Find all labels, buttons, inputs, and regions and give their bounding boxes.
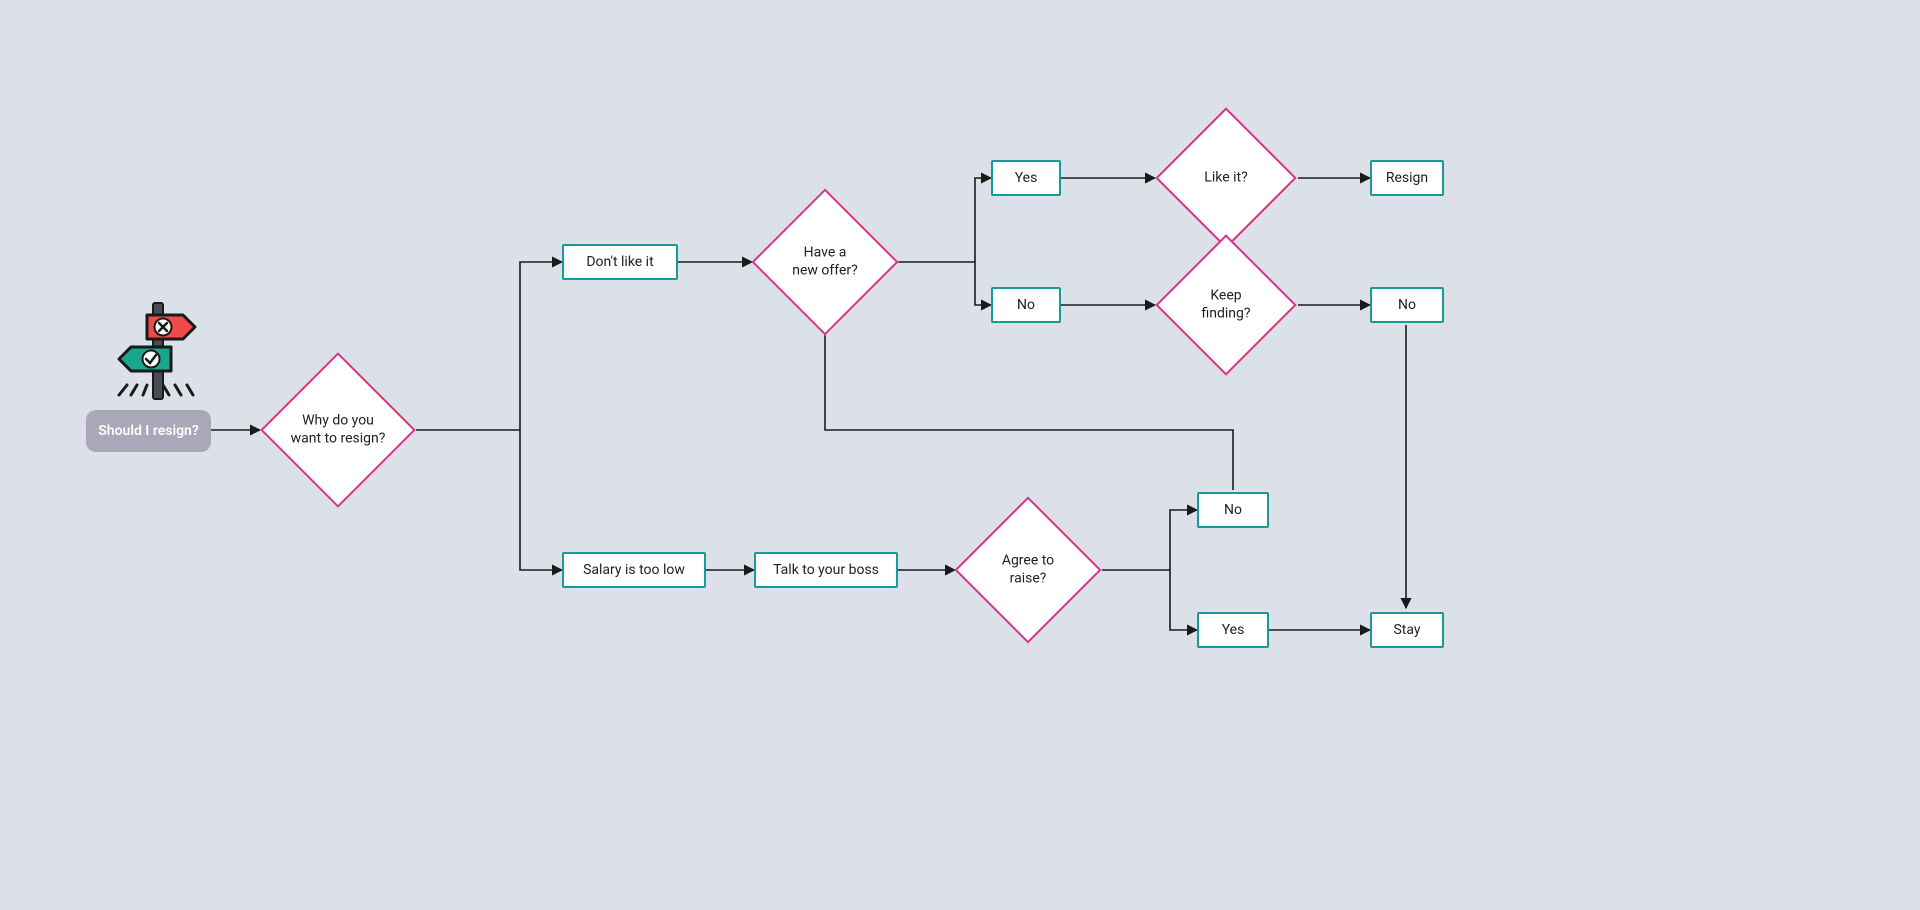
node-agreeraise-label: Agree to raise? [1002,553,1054,587]
node-no1-label: No [1017,297,1035,313]
node-keepfinding-label: Keep finding? [1202,288,1251,322]
flowchart-canvas[interactable]: Should I resign? Why do you want to resi… [0,0,1920,910]
node-no3[interactable]: No [1197,492,1269,528]
edge-agreeraise-no3 [1170,510,1197,570]
node-start-label: Should I resign? [98,423,199,439]
edge-agreeraise-yes2 [1170,570,1197,630]
node-why-label: Why do you want to resign? [291,413,386,447]
node-resign-label: Resign [1386,170,1428,186]
node-newoffer-label: Have a new offer? [792,245,858,279]
node-resign[interactable]: Resign [1370,160,1444,196]
node-dontlike-label: Don't like it [586,254,653,270]
node-talkboss[interactable]: Talk to your boss [754,552,898,588]
edge-no3-newoffer [825,302,1233,490]
node-dontlike[interactable]: Don't like it [562,244,678,280]
node-no2-label: No [1398,297,1416,313]
node-start[interactable]: Should I resign? [86,410,211,452]
node-stay[interactable]: Stay [1370,612,1444,648]
node-talkboss-label: Talk to your boss [773,562,879,578]
sign-left-green [119,347,171,371]
edge-why-dontlike [520,262,562,430]
edge-why-salarylow [520,430,562,570]
edge-newoffer-yes1 [975,178,991,262]
node-no2[interactable]: No [1370,287,1444,323]
node-no1[interactable]: No [991,287,1061,323]
node-no3-label: No [1224,502,1242,518]
node-stay-label: Stay [1393,622,1420,638]
signpost-icon [113,295,203,405]
node-yes1-label: Yes [1015,170,1038,186]
node-yes2-label: Yes [1222,622,1245,638]
edge-newoffer-no1 [975,262,991,305]
node-salarylow[interactable]: Salary is too low [562,552,706,588]
node-yes1[interactable]: Yes [991,160,1061,196]
node-likeit-label: Like it? [1204,169,1247,185]
node-yes2[interactable]: Yes [1197,612,1269,648]
node-salarylow-label: Salary is too low [583,562,685,578]
sign-right-red [147,315,195,339]
